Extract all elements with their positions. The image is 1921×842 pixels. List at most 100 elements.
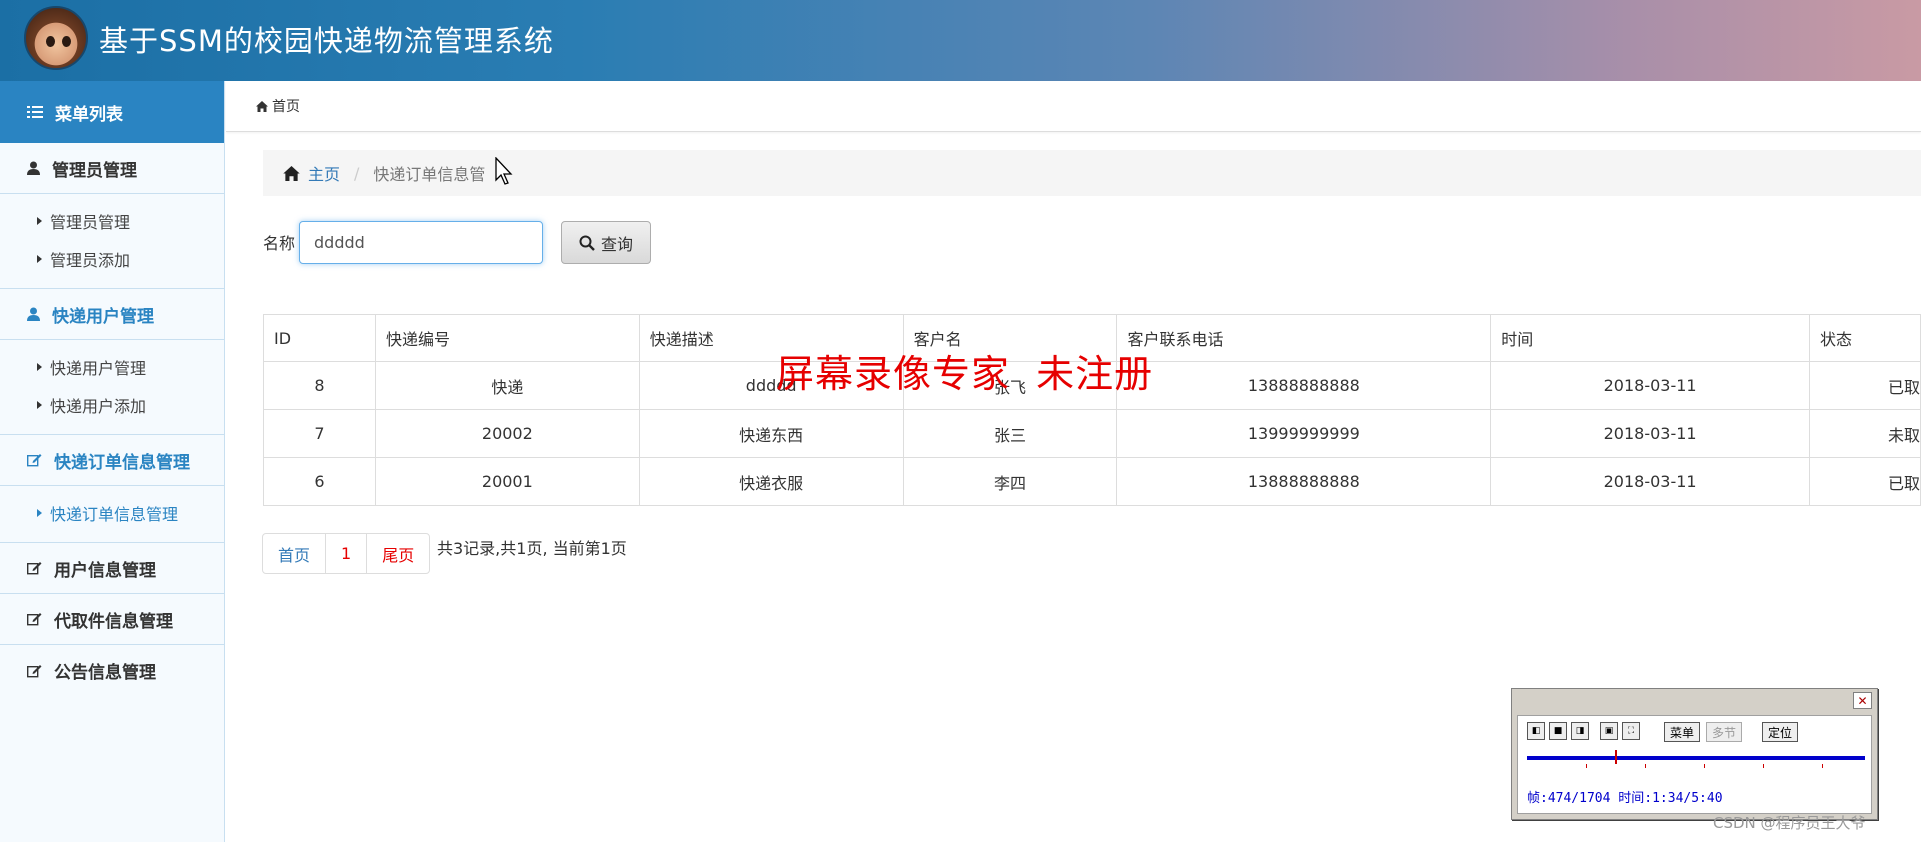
column-header-id: ID — [263, 314, 376, 362]
recorder-panel: ✕ ◧ ■ ◨ ▣ ⛶ 菜单 多节 定位 帧:474/1704 时间:1:34/… — [1511, 688, 1878, 820]
sidebar: 菜单列表 管理员管理 管理员管理 管理员添加 快递用户管理 快递用户管理 快递用… — [0, 81, 225, 842]
edit-icon — [27, 562, 42, 575]
caret-right-icon — [37, 217, 42, 225]
cell-time: 2018-03-11 — [1490, 457, 1811, 506]
recorder-section-button[interactable]: 多节 — [1706, 722, 1743, 742]
search-button-label: 查询 — [600, 234, 633, 254]
cell-number: 20002 — [374, 409, 640, 458]
pagination-last-button[interactable]: 尾页 — [366, 533, 431, 574]
cell-customer: 李四 — [902, 457, 1118, 506]
cell-description: 快递衣服 — [638, 457, 904, 506]
caret-right-icon — [37, 363, 42, 371]
cell-time: 2018-03-11 — [1490, 361, 1811, 410]
cell-status: 已取 — [1809, 361, 1921, 410]
fullscreen-icon[interactable]: ⛶ — [1622, 722, 1640, 740]
sidebar-item-admin-manage[interactable]: 管理员管理 — [0, 202, 224, 240]
edit-icon — [27, 454, 42, 467]
recorder-tick — [1704, 764, 1705, 768]
caret-right-icon — [37, 255, 42, 263]
sidebar-item-label: 管理员添加 — [50, 251, 131, 270]
edit-icon — [27, 664, 42, 677]
breadcrumb-separator: / — [354, 163, 360, 183]
sidebar-group-courier-users[interactable]: 快递用户管理 — [0, 289, 224, 340]
user-icon — [27, 161, 40, 175]
menu-header: 菜单列表 — [0, 81, 224, 143]
recorder-watermark: 屏幕录像专家 未注册 — [776, 352, 1154, 396]
search-input[interactable] — [299, 221, 543, 264]
sidebar-group-notices[interactable]: 公告信息管理 — [0, 645, 224, 696]
sidebar-item-label: 快递订单信息管理 — [50, 505, 179, 524]
home-icon — [256, 100, 268, 112]
column-header-number: 快递编号 — [374, 314, 640, 362]
sidebar-group-orders[interactable]: 快递订单信息管理 — [0, 435, 224, 486]
app-header: 基于SSM的校园快递物流管理系统 — [0, 0, 1921, 81]
sidebar-item-courier-add[interactable]: 快递用户添加 — [0, 386, 224, 424]
sidebar-group-label: 快递用户管理 — [52, 306, 154, 327]
breadcrumb-home-link[interactable]: 主页 — [308, 161, 340, 185]
sidebar-group-label: 快递订单信息管理 — [54, 452, 190, 473]
sidebar-item-admin-add[interactable]: 管理员添加 — [0, 240, 224, 278]
rewind-icon[interactable]: ◧ — [1527, 722, 1545, 740]
top-nav-home-link[interactable]: 首页 — [272, 96, 300, 116]
fit-window-icon[interactable]: ▣ — [1600, 722, 1618, 740]
cell-phone: 13888888888 — [1116, 361, 1492, 410]
pagination-page-1[interactable]: 1 — [325, 533, 368, 574]
cell-phone: 13999999999 — [1116, 409, 1492, 458]
recorder-status: 帧:474/1704 时间:1:34/5:40 — [1527, 791, 1723, 806]
list-icon — [27, 106, 43, 118]
recorder-close-icon[interactable]: ✕ — [1853, 692, 1872, 709]
sidebar-submenu-admin: 管理员管理 管理员添加 — [0, 194, 224, 289]
cell-time: 2018-03-11 — [1490, 409, 1811, 458]
sidebar-group-pickup[interactable]: 代取件信息管理 — [0, 594, 224, 645]
sidebar-item-label: 快递用户管理 — [50, 359, 147, 378]
cell-phone: 13888888888 — [1116, 457, 1492, 506]
recorder-locate-button[interactable]: 定位 — [1762, 722, 1799, 742]
sidebar-group-user-info[interactable]: 用户信息管理 — [0, 543, 224, 594]
edit-icon — [27, 613, 42, 626]
cell-id: 6 — [263, 457, 376, 506]
footer-credit: CSDN @程序员王大爷 — [1713, 814, 1866, 832]
breadcrumb-current: 快递订单信息管 — [373, 165, 486, 184]
table-row: 7 20002 快递东西 张三 13999999999 2018-03-11 未… — [263, 409, 1921, 458]
recorder-controls: ◧ ■ ◨ ▣ ⛶ 菜单 多节 定位 帧:474/1704 时间:1:34/5:… — [1517, 715, 1872, 814]
sidebar-group-label: 公告信息管理 — [54, 663, 156, 683]
recorder-tick — [1586, 764, 1587, 768]
app-title: 基于SSM的校园快递物流管理系统 — [99, 24, 554, 58]
forward-icon[interactable]: ◨ — [1571, 722, 1589, 740]
pagination-first-button[interactable]: 首页 — [262, 533, 327, 574]
top-nav: 首页 — [226, 81, 1921, 132]
column-header-status: 状态 — [1809, 314, 1921, 362]
sidebar-item-orders-manage[interactable]: 快递订单信息管理 — [0, 494, 224, 532]
sidebar-group-admin[interactable]: 管理员管理 — [0, 143, 224, 194]
sidebar-submenu-orders: 快递订单信息管理 — [0, 486, 224, 543]
recorder-menu-button[interactable]: 菜单 — [1664, 722, 1701, 742]
mouse-cursor-icon — [495, 157, 513, 185]
avatar-logo — [24, 6, 88, 70]
recorder-progress-track[interactable] — [1527, 756, 1865, 760]
caret-right-icon — [37, 401, 42, 409]
table-row: 6 20001 快递衣服 李四 13888888888 2018-03-11 已… — [263, 457, 1921, 506]
recorder-tick — [1645, 764, 1646, 768]
cell-description: 快递东西 — [638, 409, 904, 458]
sidebar-item-label: 快递用户添加 — [50, 397, 147, 416]
sidebar-submenu-courier-users: 快递用户管理 快递用户添加 — [0, 340, 224, 435]
caret-right-icon — [37, 509, 42, 517]
sidebar-item-label: 管理员管理 — [50, 213, 131, 232]
search-button[interactable]: 查询 — [561, 221, 651, 264]
menu-title: 菜单列表 — [55, 104, 123, 125]
cell-number: 20001 — [374, 457, 640, 506]
cell-status: 已取 — [1809, 457, 1921, 506]
search-label: 名称 — [263, 234, 296, 253]
recorder-tick — [1822, 764, 1823, 768]
sidebar-item-courier-manage[interactable]: 快递用户管理 — [0, 348, 224, 386]
search-icon — [579, 235, 595, 251]
cell-customer: 张三 — [902, 409, 1118, 458]
column-header-phone: 客户联系电话 — [1116, 314, 1492, 362]
cell-status: 未取 — [1809, 409, 1921, 458]
sidebar-group-label: 管理员管理 — [52, 160, 137, 181]
pagination: 首页 1 尾页 — [262, 533, 431, 574]
recorder-position-marker[interactable] — [1615, 750, 1617, 764]
sidebar-group-label: 代取件信息管理 — [54, 611, 173, 632]
pagination-info: 共3记录,共1页, 当前第1页 — [437, 539, 627, 558]
stop-icon[interactable]: ■ — [1549, 722, 1567, 740]
